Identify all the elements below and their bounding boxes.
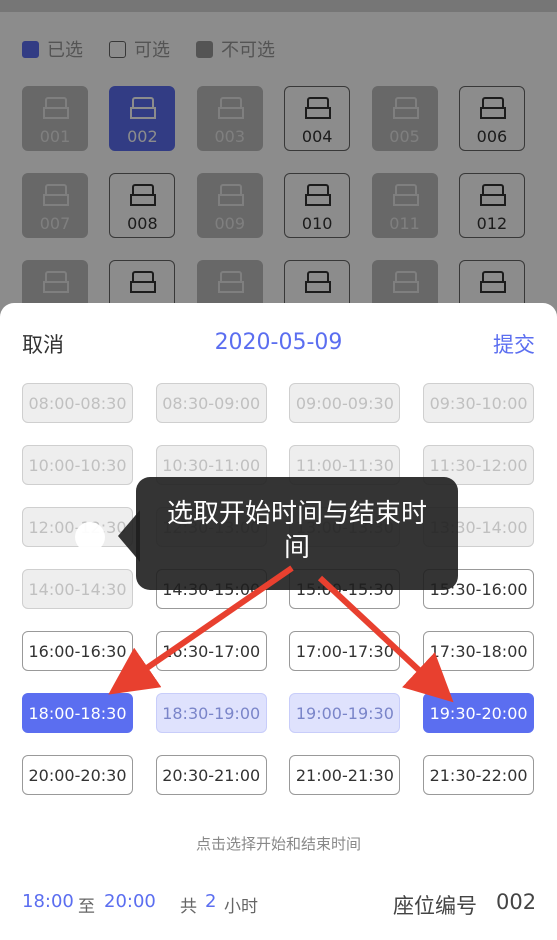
summary-to-label: 至 [78, 897, 95, 917]
time-slot: 14:00-14:30 [22, 569, 133, 609]
date-label[interactable]: 2020-05-09 [0, 330, 557, 355]
time-slot[interactable]: 16:30-17:00 [155, 631, 267, 671]
time-slot[interactable]: 18:30-19:00 [155, 693, 267, 733]
time-slot[interactable]: 19:30-20:00 [423, 693, 535, 733]
sheet-header: 取消 2020-05-09 提交 [0, 329, 557, 363]
summary-end-time: 20:00 [104, 891, 156, 912]
summary-seat-number: 002 [496, 890, 537, 914]
time-picker-sheet: 取消 2020-05-09 提交 08:00-08:30 08:30-09:00 0… [0, 303, 557, 940]
summary-total-prefix: 共 [180, 897, 197, 917]
submit-button[interactable]: 提交 [493, 329, 535, 359]
instruction-tooltip: 选取开始时间与结束时间 [136, 477, 458, 590]
time-slot: 08:00-08:30 [22, 383, 133, 423]
summary-total-hours: 2 [205, 891, 217, 912]
time-slot: 09:30-10:00 [423, 383, 535, 423]
summary-seat-label: 座位编号 [393, 894, 477, 918]
time-slot[interactable]: 18:00-18:30 [22, 693, 133, 733]
time-slot[interactable]: 19:00-19:30 [289, 693, 401, 733]
time-slot[interactable]: 21:00-21:30 [289, 755, 401, 795]
time-slot: 10:00-10:30 [22, 445, 133, 485]
time-slot[interactable]: 21:30-22:00 [423, 755, 535, 795]
time-slot[interactable]: 17:30-18:00 [423, 631, 535, 671]
time-slot[interactable]: 20:00-20:30 [22, 755, 133, 795]
time-slot: 09:00-09:30 [289, 383, 401, 423]
summary-total-suffix: 小时 [224, 897, 258, 917]
time-slot: 08:30-09:00 [155, 383, 267, 423]
touch-indicator [75, 522, 105, 552]
selection-summary: 18:00 至 20:00 共 2 小时 座位编号 002 [0, 890, 557, 921]
selection-hint: 点击选择开始和结束时间 [195, 835, 361, 853]
time-slot[interactable]: 17:00-17:30 [289, 631, 401, 671]
time-slot[interactable]: 16:00-16:30 [22, 631, 133, 671]
summary-start-time: 18:00 [22, 891, 74, 912]
time-slot[interactable]: 20:30-21:00 [155, 755, 267, 795]
